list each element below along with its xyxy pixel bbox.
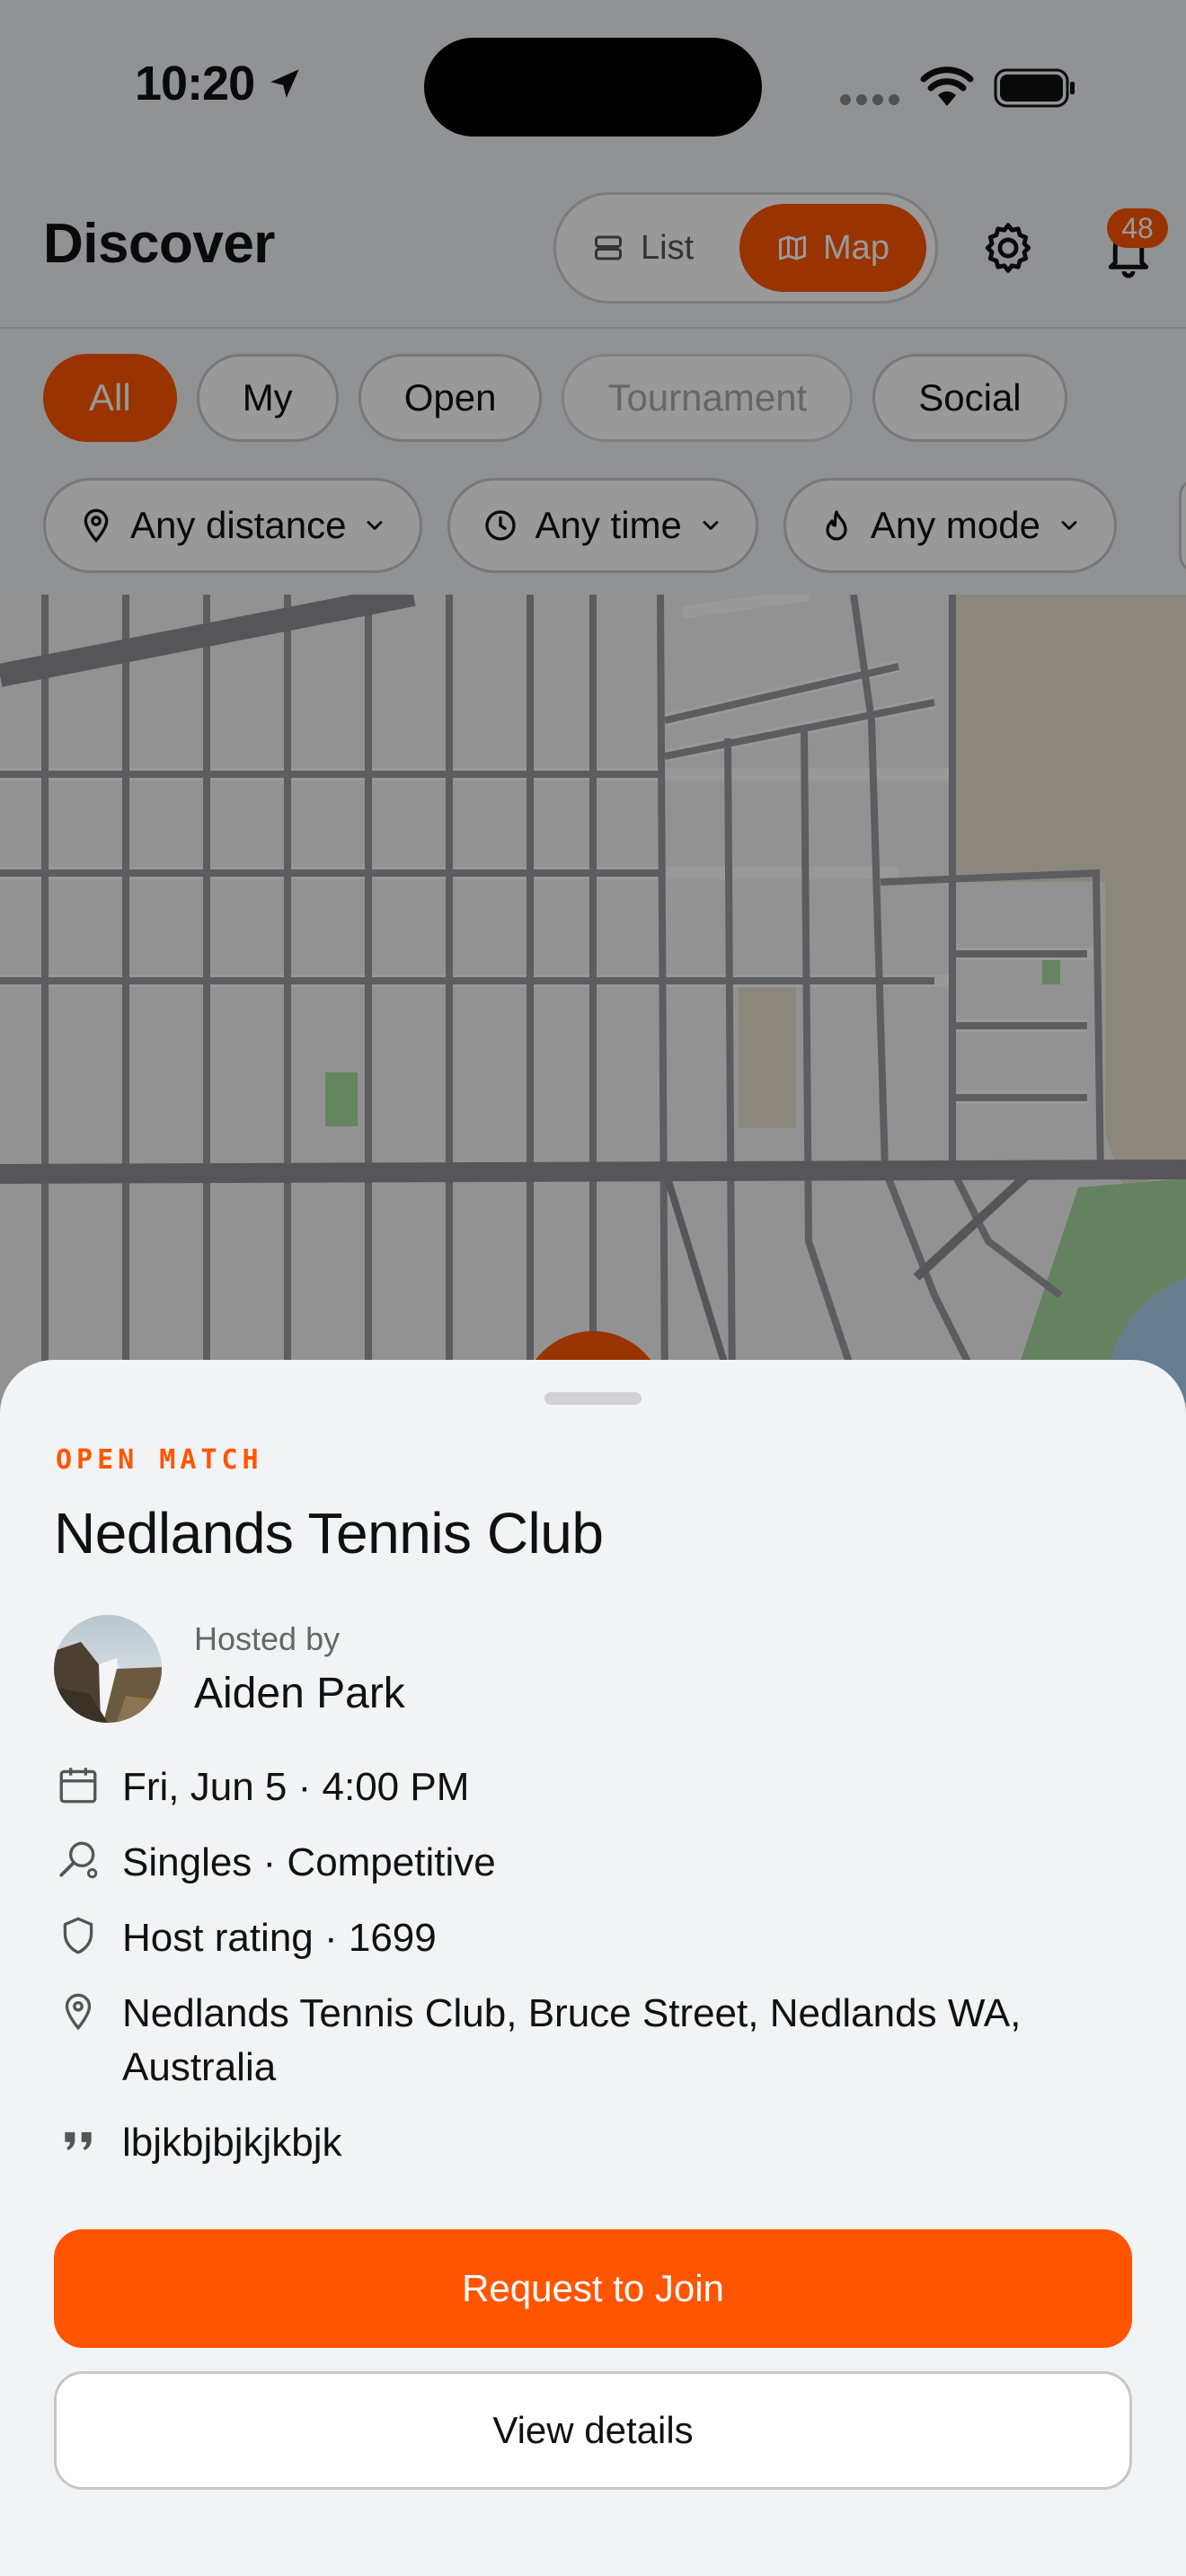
discover-screen: 10:20 Discover List Map 48 All My Open T… [0, 0, 1186, 2576]
quote-icon [65, 2131, 92, 2150]
avatar [54, 1615, 162, 1723]
match-type-label: OPEN MATCH [56, 1444, 263, 1476]
hosted-by-label: Hosted by [194, 1620, 341, 1657]
format-row: Singles · Competitive [54, 1836, 1128, 1890]
view-details-button[interactable]: View details [54, 2371, 1132, 2490]
venue-address: Nedlands Tennis Club, Bruce Street, Nedl… [122, 1991, 1022, 2089]
location-pin-icon [65, 1993, 92, 2031]
address-row: Nedlands Tennis Club, Bruce Street, Nedl… [54, 1987, 1128, 2095]
match-format: Singles · Competitive [122, 1840, 496, 1884]
host-rating: Host rating · 1699 [122, 1916, 437, 1960]
request-to-join-button[interactable]: Request to Join [54, 2229, 1132, 2348]
calendar-icon [59, 1768, 97, 1804]
rating-row: Host rating · 1699 [54, 1911, 1128, 1965]
tennis-racket-icon [59, 1841, 98, 1879]
match-note: lbjkbjbjkjkbjk [122, 2121, 342, 2165]
shield-icon [63, 1917, 93, 1954]
match-bottom-sheet: OPEN MATCH Nedlands Tennis Club Hosted b… [0, 1360, 1186, 2576]
datetime-row: Fri, Jun 5 · 4:00 PM [54, 1760, 1128, 1814]
venue-title: Nedlands Tennis Club [54, 1501, 604, 1566]
match-datetime: Fri, Jun 5 · 4:00 PM [122, 1765, 470, 1809]
note-row: lbjkbjbjkjkbjk [54, 2116, 1128, 2170]
sheet-grabber[interactable] [544, 1392, 642, 1405]
host-name: Aiden Park [194, 1670, 405, 1717]
